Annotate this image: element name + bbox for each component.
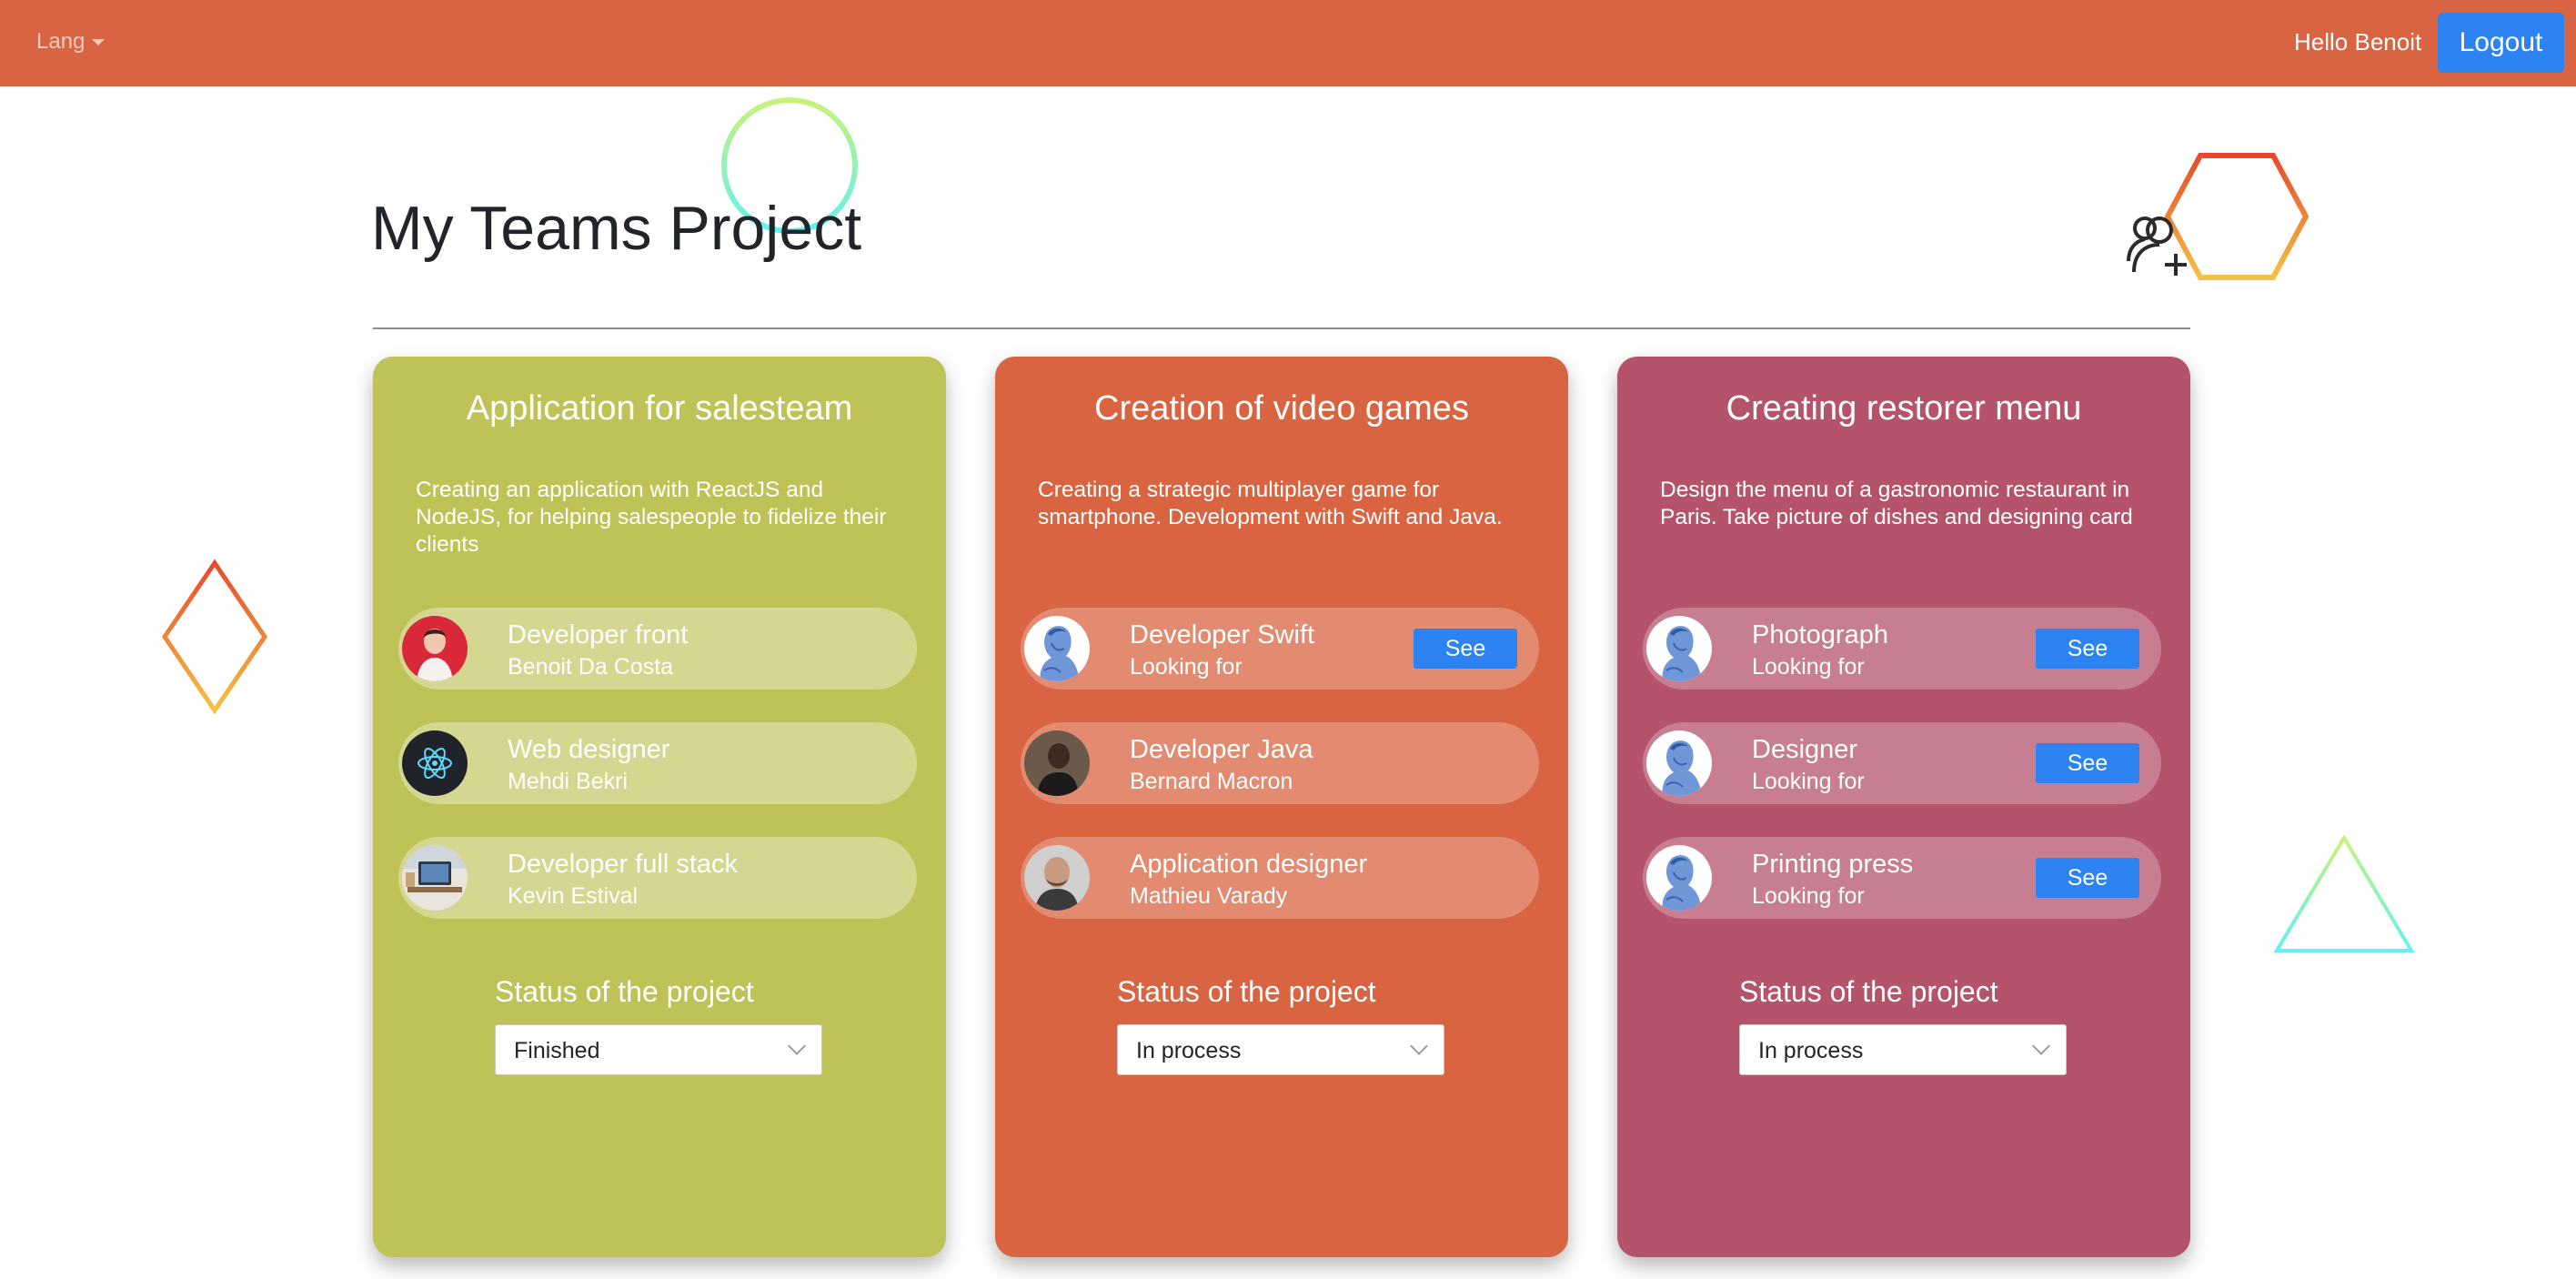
status-label: Status of the project [495, 975, 754, 1008]
member-role: Printing press [1752, 850, 1914, 879]
caret-down-icon [92, 38, 106, 45]
language-dropdown[interactable]: Lang [36, 29, 106, 55]
status-select[interactable]: In process [1739, 1024, 2067, 1075]
member-role: Developer Java [1130, 735, 1313, 764]
see-button[interactable]: See [1414, 629, 1517, 669]
member-role: Developer Swift [1130, 620, 1315, 650]
member-name: Benoit Da Costa [508, 654, 674, 680]
member-role: Web designer [508, 735, 670, 764]
member-role: Developer full stack [508, 850, 739, 879]
status-select[interactable]: In process [1117, 1024, 1444, 1075]
project-title: Application for salesteam [466, 389, 853, 428]
project-card: Creation of video games Creating a strat… [995, 357, 1568, 1257]
avatar [1646, 845, 1712, 911]
project-card: Application for salesteam Creating an ap… [373, 357, 946, 1257]
avatar [402, 730, 468, 796]
project-card: Creating restorer menu Design the menu o… [1617, 357, 2190, 1257]
team-member-row[interactable]: Developer Java Bernard Macron [1021, 722, 1539, 804]
member-name: Looking for [1752, 654, 1865, 680]
status-label: Status of the project [1117, 975, 1376, 1008]
status-selected-value: Finished [514, 1038, 600, 1063]
team-member-row[interactable]: Developer Swift Looking for See [1021, 608, 1539, 690]
member-name: Mathieu Varady [1130, 883, 1288, 909]
see-button[interactable]: See [2036, 743, 2139, 783]
member-role: Developer front [508, 620, 689, 650]
avatar [1024, 730, 1090, 796]
team-member-row[interactable]: Printing press Looking for See [1643, 837, 2161, 919]
team-member-row[interactable]: Photograph Looking for See [1643, 608, 2161, 690]
chevron-down-icon [1410, 1037, 1428, 1055]
team-member-row[interactable]: Web designer Mehdi Bekri [398, 722, 917, 804]
chevron-down-icon [788, 1037, 806, 1055]
top-navbar: Lang Hello Benoit Logout [0, 0, 2576, 86]
member-name: Bernard Macron [1130, 769, 1293, 794]
avatar [1646, 730, 1712, 796]
project-title: Creating restorer menu [1726, 389, 2082, 428]
avatar [402, 845, 468, 911]
team-member-row[interactable]: Developer front Benoit Da Costa [398, 608, 917, 690]
see-button[interactable]: See [2036, 858, 2139, 898]
status-select[interactable]: Finished [495, 1024, 822, 1075]
logout-button[interactable]: Logout [2438, 13, 2564, 73]
avatar [1024, 845, 1090, 911]
team-member-row[interactable]: Application designer Mathieu Varady [1021, 837, 1539, 919]
status-label: Status of the project [1739, 975, 1998, 1008]
triangle-decoration [2273, 834, 2415, 952]
member-name: Looking for [1130, 654, 1243, 680]
user-greeting: Hello Benoit [2294, 28, 2422, 55]
avatar [1646, 616, 1712, 681]
status-selected-value: In process [1136, 1038, 1242, 1063]
project-description: Creating an application with ReactJS and… [416, 478, 887, 557]
member-name: Looking for [1752, 883, 1865, 909]
team-member-row[interactable]: Developer full stack Kevin Estival [398, 837, 917, 919]
add-user-icon[interactable] [2125, 212, 2190, 277]
diamond-decoration [161, 559, 268, 715]
member-role: Designer [1752, 735, 1858, 764]
see-button[interactable]: See [2036, 629, 2139, 669]
project-description: Design the menu of a gastronomic restaur… [1660, 478, 2133, 529]
avatar [402, 616, 468, 681]
header-divider [373, 327, 2190, 329]
member-name: Looking for [1752, 769, 1865, 794]
member-name: Kevin Estival [508, 883, 639, 909]
member-role: Application designer [1130, 850, 1368, 879]
project-title: Creation of video games [1094, 389, 1469, 428]
member-role: Photograph [1752, 620, 1888, 650]
status-selected-value: In process [1758, 1038, 1864, 1063]
member-name: Mehdi Bekri [508, 769, 628, 794]
language-dropdown-label: Lang [36, 29, 86, 54]
project-description: Creating a strategic multiplayer game fo… [1038, 478, 1503, 529]
avatar [1024, 616, 1090, 681]
team-member-row[interactable]: Designer Looking for See [1643, 722, 2161, 804]
chevron-down-icon [2032, 1037, 2050, 1055]
page-title: My Teams Project [371, 194, 862, 263]
